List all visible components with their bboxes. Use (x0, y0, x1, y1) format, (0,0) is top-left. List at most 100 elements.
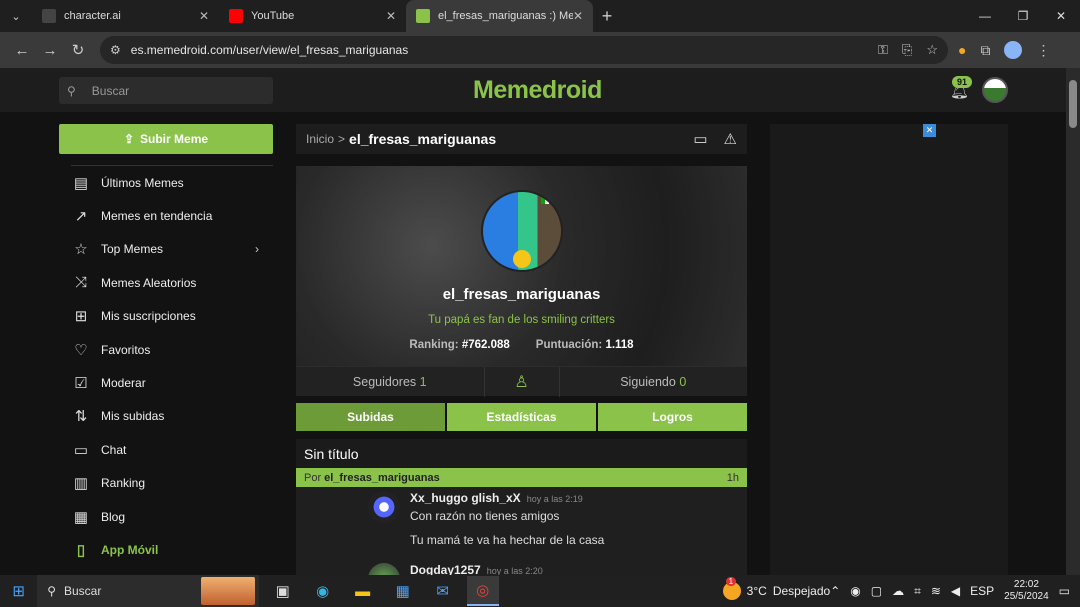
subscriptions-icon: ⊞ (74, 308, 88, 326)
user-avatar[interactable] (982, 77, 1008, 103)
url-text[interactable]: es.memedroid.com/user/view/el_fresas_mar… (131, 43, 864, 57)
post-image[interactable]: Xx_huggo glish_xX hoy a las 2:19 Con razó… (296, 487, 747, 575)
browser-tab-youtube[interactable]: YouTube ✕ (219, 0, 406, 32)
clock-time: 22:02 (1013, 579, 1039, 590)
language-indicator[interactable]: ESP (970, 584, 994, 598)
breadcrumb: Inicio > el_fresas_mariguanas ▭ ⚠ (296, 124, 747, 154)
tray-device-icon[interactable]: ⌗ (914, 584, 921, 599)
menu-kebab-icon[interactable]: ⋮ (1036, 42, 1050, 59)
site-info-icon[interactable]: ⚙ (110, 43, 121, 57)
address-bar[interactable]: ⚙ es.memedroid.com/user/view/el_fresas_m… (100, 36, 948, 64)
sidebar-item-uploads[interactable]: ⇅ Mis subidas (59, 400, 273, 433)
post-by-label: Por (304, 471, 322, 484)
follow-user-button[interactable]: ♙ (483, 366, 560, 397)
reload-icon[interactable]: ↻ (64, 41, 92, 59)
sidebar-item-star[interactable]: ☆ Top Memes › (59, 233, 273, 266)
windows-start-icon[interactable]: ⊞ (0, 582, 37, 600)
profile-tabs: Subidas Estadísticas Logros (296, 403, 747, 431)
page-scrollbar[interactable] (1066, 68, 1080, 575)
weather-text: Despejado (772, 584, 831, 598)
close-tab-icon[interactable]: ✕ (199, 9, 209, 23)
close-ad-icon[interactable]: ✕ (923, 124, 936, 137)
forward-icon[interactable]: → (36, 42, 64, 59)
chevron-right-icon: › (255, 242, 259, 257)
store-icon[interactable]: ▦ (387, 576, 419, 606)
sidebar-item-ranking[interactable]: ▥ Ranking (59, 467, 273, 500)
sidebar-item-chat[interactable]: ▭ Chat (59, 433, 273, 466)
message-icon[interactable]: ▭ (693, 130, 707, 148)
notifications-icon[interactable]: ▭ (1059, 584, 1070, 598)
search-icon: ⚲ (67, 83, 76, 98)
close-tab-icon[interactable]: ✕ (573, 9, 583, 23)
volume-icon[interactable]: ◀ (951, 584, 960, 598)
sidebar-item-blog[interactable]: ▦ Blog (59, 500, 273, 533)
profile-stats: Ranking: #762.088 Puntuación: 1.118 (296, 339, 747, 351)
breadcrumb-current: el_fresas_mariguanas (349, 131, 497, 147)
breadcrumb-home[interactable]: Inicio (306, 132, 334, 146)
sidebar-item-trending[interactable]: ↗ Memes en tendencia (59, 199, 273, 232)
followers-link[interactable]: Seguidores 1 (296, 375, 484, 389)
report-warning-icon[interactable]: ⚠ (724, 130, 737, 148)
profile-avatar-icon[interactable] (1004, 41, 1023, 59)
tab-search-button[interactable]: ⌄ (0, 0, 32, 32)
tab-achievements[interactable]: Logros (598, 403, 747, 431)
sidebar-item-heart[interactable]: ♡ Favoritos (59, 333, 273, 366)
profile-header-card: el_fresas_mariguanas Tu papá es fan de l… (296, 166, 747, 366)
sidebar-item-moderate[interactable]: ☑ Moderar (59, 366, 273, 399)
post-card: Sin título Por el_fresas_mariguanas 1h X… (296, 439, 747, 575)
followers-count: 1 (419, 374, 427, 389)
minimize-icon[interactable]: — (966, 9, 1004, 23)
close-tab-icon[interactable]: ✕ (386, 9, 396, 23)
character-ai-favicon-icon (42, 9, 56, 23)
search-icon: ⚲ (47, 584, 56, 598)
weather-widget[interactable]: 1 3°C Despejado (722, 577, 831, 600)
edge-icon[interactable]: ◉ (307, 576, 339, 606)
sidebar-item-label: Mis subidas (101, 409, 165, 424)
sidebar-item-label: Moderar (101, 376, 146, 391)
comment: Xx_huggo glish_xX hoy a las 2:19 Con razó… (368, 491, 604, 547)
extension-color-icon[interactable]: ● (958, 42, 966, 58)
bookmark-star-icon[interactable]: ☆ (926, 42, 938, 58)
chrome-icon[interactable]: ◎ (466, 576, 499, 606)
sidebar-item-mobile[interactable]: ▯ App Móvil (59, 533, 273, 566)
back-icon[interactable]: ← (8, 42, 36, 59)
chat-icon: ▭ (73, 441, 89, 459)
site-search-input[interactable]: ⚲ Buscar (59, 77, 273, 104)
install-app-icon[interactable]: ⎘ (902, 42, 912, 58)
password-key-icon[interactable]: ⚿ (878, 42, 888, 58)
memedroid-logo[interactable]: Memedroid (473, 76, 602, 105)
tab-statistics[interactable]: Estadísticas (447, 403, 596, 431)
mail-icon[interactable]: ✉ (427, 576, 459, 606)
onedrive-cloud-icon[interactable]: ☁ (892, 584, 904, 598)
browser-tab-character-ai[interactable]: character.ai ✕ (32, 0, 219, 32)
tray-app-icon[interactable]: ◉ (850, 584, 860, 598)
tab-uploads[interactable]: Subidas (296, 403, 445, 431)
following-link[interactable]: Siguiendo 0 (560, 375, 748, 389)
browser-tab-memedroid[interactable]: el_fresas_mariguanas :) Memedroid ✕ (406, 0, 593, 32)
ranking-value: #762.088 (461, 339, 510, 351)
post-author[interactable]: el_fresas_mariguanas (324, 472, 440, 484)
taskbar-search[interactable]: ⚲ Buscar (37, 575, 259, 607)
tray-meet-icon[interactable]: ▢ (871, 584, 882, 598)
notification-count-badge[interactable]: 91 (952, 76, 973, 88)
score-value: 1.118 (605, 339, 634, 351)
extensions-puzzle-icon[interactable]: ⧉ (980, 42, 990, 59)
sidebar-item-latest[interactable]: ▤ Últimos Memes (59, 166, 273, 199)
taskbar-clock[interactable]: 22:02 25/5/2024 (1004, 579, 1049, 603)
tray-chevron-icon[interactable]: ⌃ (830, 584, 840, 598)
wifi-icon[interactable]: ≋ (931, 584, 941, 598)
star-icon: ☆ (74, 241, 88, 259)
emoji-icon (513, 250, 531, 268)
sidebar-item-shuffle[interactable]: ⤨ Memes Aleatorios (59, 266, 273, 299)
scrollbar-thumb[interactable] (1069, 80, 1077, 128)
file-explorer-icon[interactable]: ▬ (347, 576, 379, 606)
new-tab-button[interactable]: + (593, 6, 621, 27)
close-window-icon[interactable]: ✕ (1042, 9, 1080, 23)
restore-icon[interactable]: ❐ (1004, 9, 1042, 23)
sidebar-item-subscriptions[interactable]: ⊞ Mis suscripciones (59, 300, 273, 333)
task-view-icon[interactable]: ▣ (267, 576, 299, 606)
post-title[interactable]: Sin título (296, 439, 747, 468)
windows-taskbar: ⊞ ⚲ Buscar ▣ ◉ ▬ ▦ ✉ ◎ 1 3°C Despejado ⌃… (0, 575, 1080, 607)
upload-meme-button[interactable]: ⇪ Subir Meme (59, 124, 273, 154)
ad-column: ✕ (770, 124, 1008, 575)
